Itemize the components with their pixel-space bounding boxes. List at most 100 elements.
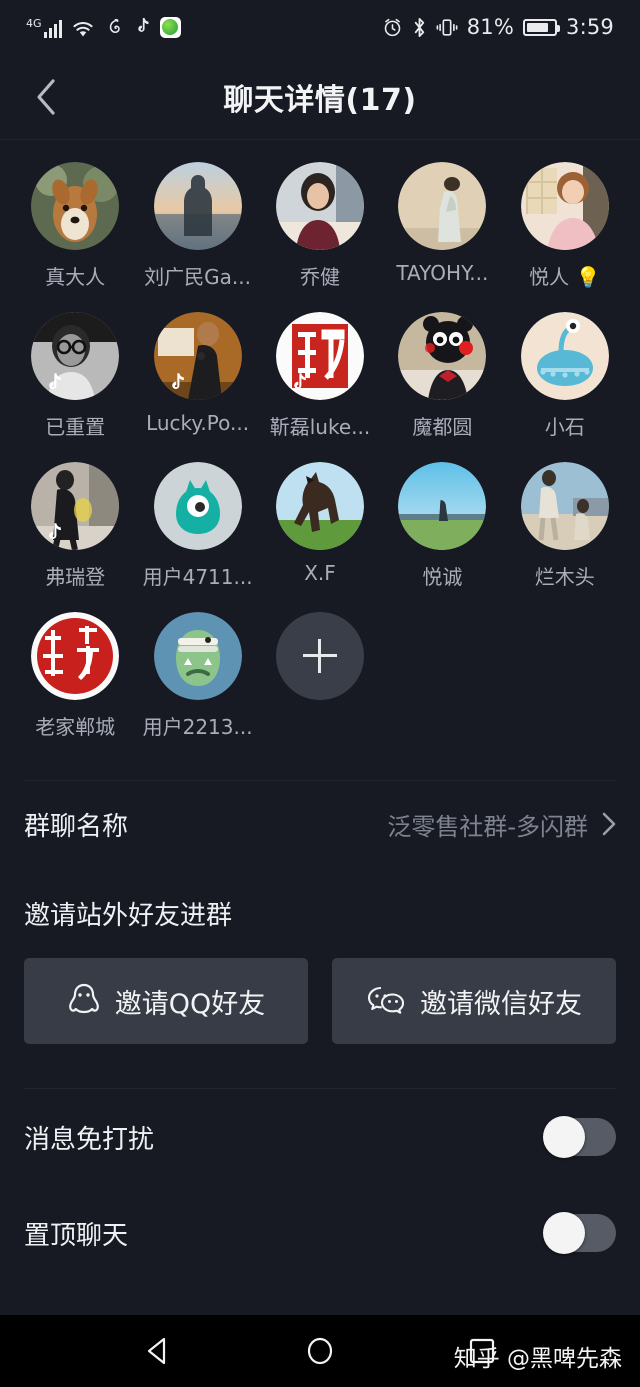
member-item[interactable]: 刘广民Ga... xyxy=(136,162,258,290)
chevron-left-icon xyxy=(37,78,55,115)
member-name: 悦诚 xyxy=(422,565,463,589)
avatar-wrapper xyxy=(153,312,242,400)
plus-icon xyxy=(302,639,337,673)
avatar-wrapper xyxy=(398,162,487,250)
avatar-wrapper xyxy=(398,462,487,550)
title-bar: 聊天详情(17) xyxy=(0,54,640,140)
member-item[interactable]: 小石 xyxy=(504,312,626,440)
add-member-button[interactable] xyxy=(275,612,364,700)
mute-label: 消息免打扰 xyxy=(24,1124,155,1155)
wifi-icon xyxy=(71,19,95,38)
member-name: 已重置 xyxy=(45,415,106,439)
signal-4g-icon: 4G xyxy=(26,18,62,38)
toggle-knob xyxy=(543,1212,585,1254)
netease-music-icon xyxy=(104,17,125,38)
group-name-row[interactable]: 群聊名称 泛零售社群-多闪群 xyxy=(0,781,640,867)
member-item[interactable]: 魔都圆 xyxy=(381,312,503,440)
avatar-wrapper xyxy=(31,612,120,700)
douyin-badge-icon xyxy=(43,372,65,396)
avatar-wrapper xyxy=(520,312,609,400)
douyin-badge-icon xyxy=(288,372,310,396)
group-name-value: 泛零售社群-多闪群 xyxy=(387,812,588,841)
member-name: 悦人 💡 xyxy=(529,265,601,289)
member-item[interactable]: 真大人 xyxy=(14,162,136,290)
toggle-knob xyxy=(543,1116,585,1158)
member-item[interactable]: 悦人 💡 xyxy=(504,162,626,290)
circle-home-icon xyxy=(307,1337,333,1365)
battery-icon xyxy=(523,18,561,36)
member-name: Lucky.Po... xyxy=(146,411,250,435)
avatar-wrapper xyxy=(398,312,487,400)
member-item[interactable]: X.F xyxy=(259,462,381,590)
member-item[interactable]: 弗瑞登 xyxy=(14,462,136,590)
triangle-back-icon xyxy=(147,1337,166,1365)
invite-qq-label: 邀请QQ好友 xyxy=(114,988,266,1020)
avatar xyxy=(275,462,364,550)
avatar-wrapper xyxy=(520,462,609,550)
member-item[interactable]: 用户2213... xyxy=(136,612,258,740)
avatar xyxy=(520,312,609,400)
member-item[interactable]: 烂木头 xyxy=(504,462,626,590)
member-item[interactable]: TAYOHY... xyxy=(381,162,503,290)
avatar xyxy=(31,612,120,700)
alarm-icon xyxy=(382,17,403,38)
green-app-icon xyxy=(159,16,181,38)
avatar xyxy=(153,462,242,550)
member-grid: 真大人 刘广民Ga... 乔健 TAYOHY... 悦人 💡 已重置 Lucky… xyxy=(0,140,640,766)
chevron-right-icon xyxy=(602,812,616,836)
nav-back-button[interactable] xyxy=(135,1328,181,1374)
avatar-wrapper xyxy=(153,462,242,550)
status-bar: 4G 81% 3:59 xyxy=(0,0,640,54)
nav-home-button[interactable] xyxy=(297,1328,343,1374)
avatar xyxy=(398,162,487,250)
page-title: 聊天详情(17) xyxy=(223,82,417,118)
member-name: 小石 xyxy=(544,415,585,439)
pin-toggle[interactable] xyxy=(543,1212,616,1254)
invite-wechat-button[interactable]: 邀请微信好友 xyxy=(332,958,616,1044)
invite-qq-button[interactable]: 邀请QQ好友 xyxy=(24,958,308,1044)
status-bar-right: 81% 3:59 xyxy=(382,15,614,39)
member-item[interactable]: Lucky.Po... xyxy=(136,312,258,440)
member-item[interactable]: 已重置 xyxy=(14,312,136,440)
bluetooth-icon xyxy=(412,17,427,38)
qq-penguin-icon xyxy=(68,983,99,1014)
member-item[interactable]: 悦诚 xyxy=(381,462,503,590)
vibrate-icon xyxy=(436,17,458,38)
member-name: 乔健 xyxy=(299,265,340,289)
member-name: X.F xyxy=(304,561,336,585)
wechat-icon xyxy=(367,986,405,1014)
avatar xyxy=(31,162,120,250)
avatar xyxy=(275,162,364,250)
clock-time: 3:59 xyxy=(566,15,614,39)
member-name: 靳磊luke... xyxy=(269,415,371,439)
phone-screen: 4G 81% 3:59 聊天详情(17) 真大人 刘广民Ga... 乔健 TAY… xyxy=(0,0,640,1387)
avatar-wrapper xyxy=(31,162,120,250)
member-item[interactable]: 用户4711... xyxy=(136,462,258,590)
battery-percent: 81% xyxy=(466,15,515,39)
member-name: 真大人 xyxy=(45,265,106,289)
pin-label: 置顶聊天 xyxy=(24,1220,129,1251)
member-name: 魔都圆 xyxy=(412,415,473,439)
douyin-badge-icon xyxy=(43,522,65,546)
douyin-icon xyxy=(134,17,151,38)
setting-row-mute[interactable]: 消息免打扰 xyxy=(0,1089,640,1185)
back-button[interactable] xyxy=(26,77,66,117)
member-item[interactable]: 靳磊luke... xyxy=(259,312,381,440)
member-name: 弗瑞登 xyxy=(45,565,106,589)
avatar-wrapper xyxy=(31,462,120,550)
avatar-wrapper xyxy=(153,612,242,700)
mute-toggle[interactable] xyxy=(543,1116,616,1158)
system-navigation-bar: 知乎 @黑啤先森 xyxy=(0,1315,640,1387)
member-item-add[interactable] xyxy=(259,612,381,740)
invite-buttons-row: 邀请QQ好友 邀请微信好友 xyxy=(0,932,640,1044)
member-item[interactable]: 老家郸城 xyxy=(14,612,136,740)
member-name: 用户4711... xyxy=(142,565,253,589)
avatar-wrapper xyxy=(520,162,609,250)
avatar-wrapper xyxy=(31,312,120,400)
member-item[interactable]: 乔健 xyxy=(259,162,381,290)
invite-wechat-label: 邀请微信好友 xyxy=(420,988,582,1020)
member-name: 烂木头 xyxy=(534,565,595,589)
status-bar-left: 4G xyxy=(26,16,181,38)
setting-row-pin[interactable]: 置顶聊天 xyxy=(0,1185,640,1281)
avatar xyxy=(520,162,609,250)
